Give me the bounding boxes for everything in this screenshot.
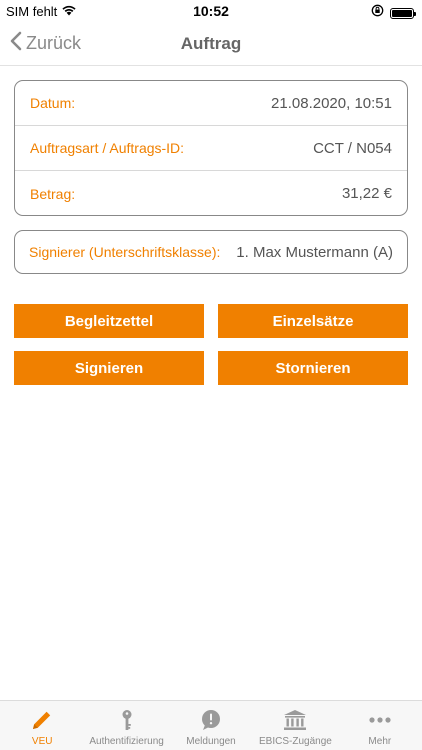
page-title: Auftrag [180, 34, 242, 53]
signer-label: Signierer (Unterschriftsklasse): [29, 244, 221, 260]
tab-mehr[interactable]: Mehr [338, 701, 422, 750]
cancel-order-button[interactable]: Stornieren [218, 351, 408, 385]
amount-value: 31,22 € [341, 185, 392, 202]
status-time: 10:52 [193, 3, 229, 19]
alert-bubble-icon [198, 707, 224, 733]
order-type-label: Auftragsart / Auftrags-ID: [30, 140, 185, 156]
date-value: 21.08.2020, 10:51 [271, 94, 392, 112]
tab-bar: VEU Authentifizierung Meldungen EBICS-Zu… [0, 700, 422, 750]
amount-label: Betrag: [30, 185, 76, 202]
navigation-bar: Zurück Auftrag [0, 22, 422, 66]
tab-meldungen[interactable]: Meldungen [169, 701, 253, 750]
einzelsaetze-button[interactable]: Einzelsätze [218, 304, 408, 338]
orientation-lock-icon [371, 4, 384, 22]
tab-label: Authentifizierung [89, 736, 164, 747]
tab-label: VEU [31, 736, 53, 747]
begleitzettel-button[interactable]: Begleitzettel [14, 304, 204, 338]
date-label: Datum: [30, 95, 76, 111]
battery-icon [390, 7, 416, 19]
status-right [371, 4, 416, 22]
signer-card: Signierer (Unterschriftsklasse): 1. Max … [14, 230, 408, 274]
tab-ebics-zugaenge[interactable]: EBICS-Zugänge [253, 701, 337, 750]
pencil-icon [29, 707, 55, 733]
status-bar: SIM fehlt 10:52 [0, 0, 422, 22]
more-icon [367, 707, 393, 733]
detail-row-amount: Betrag: 31,22 € [15, 171, 407, 216]
tab-label: Meldungen [186, 736, 236, 747]
order-type-value: CCT / N054 [313, 139, 392, 157]
tab-label: Mehr [368, 736, 392, 747]
tab-veu[interactable]: VEU [0, 701, 84, 750]
sign-button[interactable]: Signieren [14, 351, 204, 385]
signer-value: 1. Max Mustermann (A) [236, 243, 393, 261]
tab-authentifizierung[interactable]: Authentifizierung [84, 701, 168, 750]
tab-label: EBICS-Zugänge [259, 736, 332, 747]
key-icon [114, 707, 140, 733]
detail-row-order-type: Auftragsart / Auftrags-ID: CCT / N054 [15, 126, 407, 171]
order-details-card: Datum: 21.08.2020, 10:51 Auftragsart / A… [14, 80, 408, 216]
detail-row-date: Datum: 21.08.2020, 10:51 [15, 81, 407, 126]
bank-icon [282, 707, 308, 733]
